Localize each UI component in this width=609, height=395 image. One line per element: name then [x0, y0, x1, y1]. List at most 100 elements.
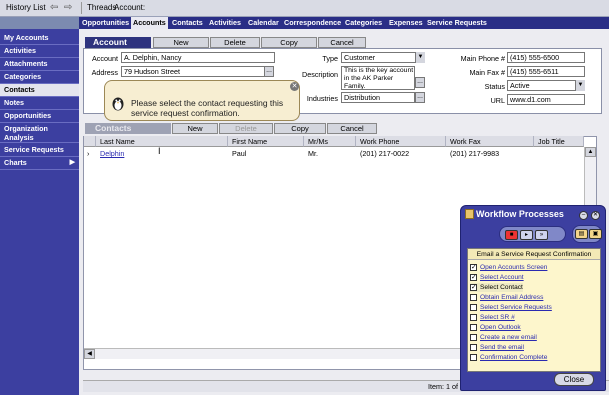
checkbox[interactable] — [470, 354, 477, 361]
contacts-delete-button[interactable]: Delete — [219, 123, 273, 134]
nav-calendar[interactable]: Calendar — [248, 18, 279, 27]
column-header-job-title[interactable]: Job Title — [534, 136, 584, 147]
sidebar-item-attachments[interactable]: Attachments — [0, 58, 79, 71]
status-dropdown-arrow-icon[interactable]: ▼ — [575, 80, 585, 91]
industries-lookup-button[interactable]: ... — [415, 92, 425, 103]
nav-categories[interactable]: Categories — [345, 18, 382, 27]
workflow-step-label[interactable]: Select Account — [480, 274, 524, 281]
sidebar-item-opportunities[interactable]: Opportunities — [0, 110, 79, 123]
nav-expenses[interactable]: Expenses — [389, 18, 423, 27]
nav-correspondence[interactable]: Correspondence — [284, 18, 341, 27]
type-select[interactable]: Customer — [341, 52, 425, 63]
account-copy-button[interactable]: Copy — [261, 37, 317, 48]
close-icon[interactable]: ✕ — [591, 211, 600, 220]
column-header-mr-ms[interactable]: Mr/Ms — [304, 136, 356, 147]
address-lookup-button[interactable]: ... — [264, 66, 274, 77]
description-expand-button[interactable]: ... — [415, 77, 425, 88]
contacts-new-button[interactable]: New — [172, 123, 218, 134]
nav-activities[interactable]: Activities — [209, 18, 241, 27]
sidebar-item-activities[interactable]: Activities — [0, 45, 79, 58]
forward-arrow-icon[interactable]: ⇨ — [64, 2, 72, 13]
workflow-step-label[interactable]: Open Accounts Screen — [480, 264, 547, 271]
scroll-left-icon[interactable]: ◀ — [84, 349, 95, 359]
cell-last-name-link[interactable]: Delphin — [96, 148, 124, 159]
workflow-step-current[interactable]: ✓ Select Contact — [470, 283, 523, 292]
nav-accounts[interactable]: Accounts — [131, 17, 168, 29]
workflow-step-label[interactable]: Select Contact — [480, 284, 523, 291]
checkbox-checked[interactable]: ✓ — [470, 274, 477, 281]
status-select[interactable]: Active — [507, 80, 585, 91]
workflow-step[interactable]: Create a new email — [470, 333, 537, 342]
checkbox[interactable] — [470, 314, 477, 321]
type-dropdown-arrow-icon[interactable]: ▼ — [415, 52, 425, 63]
sidebar-item-my-accounts[interactable]: My Accounts — [0, 32, 79, 45]
workflow-step[interactable]: Confirmation Complete — [470, 353, 547, 362]
workflow-step[interactable]: Send the email — [470, 343, 524, 352]
sidebar-item-notes[interactable]: Notes — [0, 97, 79, 110]
workflow-step-label[interactable]: Open Outlook — [480, 324, 521, 331]
sidebar-item-contacts[interactable]: Contacts — [0, 84, 79, 97]
workflow-step[interactable]: ✓ Open Accounts Screen — [470, 263, 547, 272]
description-label: Description — [302, 70, 338, 79]
contacts-cancel-button[interactable]: Cancel — [327, 123, 377, 134]
toolbar-divider — [81, 2, 82, 14]
industries-field[interactable]: Distribution — [341, 92, 415, 103]
workflow-step[interactable]: Open Outlook — [470, 323, 521, 332]
status-label: Status — [484, 82, 505, 91]
workflow-step-label[interactable]: Select Service Requests — [480, 304, 552, 311]
sidebar-item-organization-analysis[interactable]: Organization Analysis — [0, 123, 79, 143]
minimize-icon[interactable]: – — [579, 211, 588, 220]
column-header-first-name[interactable]: First Name — [228, 136, 304, 147]
main-phone-field[interactable]: (415) 555-6500 — [507, 52, 585, 63]
main-fax-label: Main Fax # — [469, 68, 505, 77]
row-pointer-icon: › — [87, 149, 90, 158]
checkbox[interactable] — [470, 334, 477, 341]
checkbox-checked[interactable]: ✓ — [470, 284, 477, 291]
workflow-step-label[interactable]: Send the email — [480, 344, 524, 351]
sidebar-item-charts-label: Charts — [4, 158, 27, 167]
description-field[interactable]: This is the key account in the AK Parker… — [341, 66, 415, 90]
url-field[interactable]: www.d1.com — [507, 94, 585, 105]
account-cancel-button[interactable]: Cancel — [318, 37, 366, 48]
workflow-close-button[interactable]: Close — [554, 373, 594, 386]
sidebar-item-categories[interactable]: Categories — [0, 71, 79, 84]
checkbox[interactable] — [470, 294, 477, 301]
threads-button[interactable]: Threads — [87, 3, 116, 12]
workflow-step[interactable]: Select Service Requests — [470, 303, 552, 312]
checkbox[interactable] — [470, 324, 477, 331]
nav-service-requests[interactable]: Service Requests — [427, 18, 487, 27]
checkbox[interactable] — [470, 344, 477, 351]
workflow-step[interactable]: ✓ Select Account — [470, 273, 524, 282]
workflow-step-label[interactable]: Select SR # — [480, 314, 515, 321]
print-icon[interactable]: ▣ — [589, 229, 602, 239]
workflow-step[interactable]: Select SR # — [470, 313, 515, 322]
account-name-field[interactable]: A. Delphin, Nancy — [121, 52, 275, 63]
play-icon[interactable]: ▸ — [520, 230, 533, 240]
url-label: URL — [490, 96, 505, 105]
workflow-step-label[interactable]: Confirmation Complete — [480, 354, 547, 361]
sidebar-item-charts[interactable]: Charts ▶ — [0, 157, 79, 170]
checkbox-checked[interactable]: ✓ — [470, 264, 477, 271]
workflow-step-label[interactable]: Create a new email — [480, 334, 537, 341]
sidebar-item-service-requests[interactable]: Service Requests — [0, 144, 79, 157]
nav-contacts[interactable]: Contacts — [172, 18, 203, 27]
workflow-step-label[interactable]: Obtain Email Address — [480, 294, 543, 301]
checkbox[interactable] — [470, 304, 477, 311]
scroll-up-icon[interactable]: ▲ — [585, 147, 596, 157]
history-list-button[interactable]: History List — [6, 3, 46, 12]
column-header-last-name[interactable]: Last Name — [96, 136, 228, 147]
contacts-copy-button[interactable]: Copy — [274, 123, 326, 134]
close-icon[interactable]: ✕ — [290, 82, 299, 91]
address-field[interactable]: 79 Hudson Street — [121, 66, 265, 77]
account-new-button[interactable]: New — [153, 37, 209, 48]
account-delete-button[interactable]: Delete — [210, 37, 260, 48]
stop-icon[interactable]: ■ — [505, 230, 518, 240]
column-header-work-phone[interactable]: Work Phone — [356, 136, 446, 147]
nav-opportunities[interactable]: Opportunities — [82, 18, 129, 27]
step-icon[interactable]: » — [535, 230, 548, 240]
save-icon[interactable]: ▤ — [575, 229, 588, 239]
back-arrow-icon[interactable]: ⇦ — [50, 2, 58, 13]
workflow-step[interactable]: Obtain Email Address — [470, 293, 543, 302]
column-header-work-fax[interactable]: Work Fax — [446, 136, 534, 147]
main-fax-field[interactable]: (415) 555-6511 — [507, 66, 585, 77]
